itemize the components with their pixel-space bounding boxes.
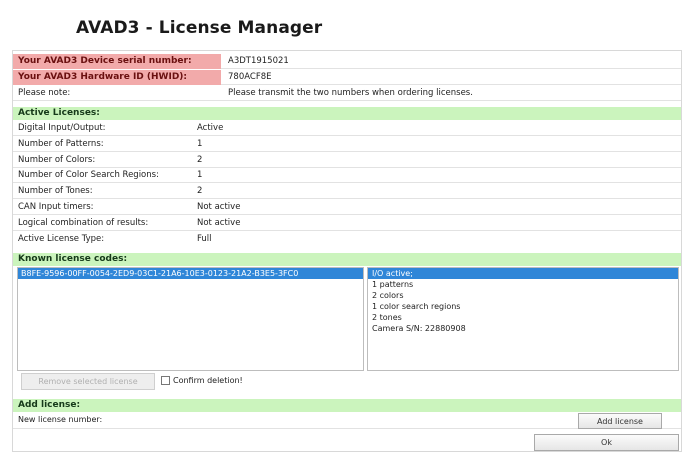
confirm-deletion-label: Confirm deletion! — [173, 376, 243, 385]
hwid-value: 780ACF8E — [228, 72, 272, 82]
serial-label: Your AVAD3 Device serial number: — [18, 56, 192, 66]
license-row: CAN Input timers: Not active — [13, 200, 681, 215]
license-row-value: 2 — [197, 155, 203, 165]
license-row-label: Active License Type: — [18, 234, 105, 244]
license-detail-item[interactable]: 2 tones — [368, 312, 678, 323]
confirm-deletion-checkbox[interactable] — [161, 376, 170, 385]
license-detail-item[interactable]: Camera S/N: 22880908 — [368, 323, 678, 334]
license-row-value: Not active — [197, 218, 241, 228]
license-row-value: Full — [197, 234, 212, 244]
license-row-value: Not active — [197, 202, 241, 212]
license-row: Number of Color Search Regions: 1 — [13, 168, 681, 183]
active-licenses-title: Active Licenses: — [18, 108, 100, 118]
license-row: Digital Input/Output: Active — [13, 121, 681, 136]
add-license-title: Add license: — [18, 400, 81, 410]
license-row: Active License Type: Full — [13, 232, 681, 247]
license-details-list[interactable]: I/O active; 1 patterns 2 colors 1 color … — [367, 267, 679, 371]
license-code-item[interactable]: B8FE-9596-00FF-0054-2ED9-03C1-21A6-10E3-… — [18, 268, 363, 279]
ok-button[interactable]: Ok — [534, 434, 679, 451]
new-license-input[interactable] — [193, 415, 573, 426]
license-row-label: Logical combination of results: — [18, 218, 149, 228]
license-row-label: Number of Patterns: — [18, 139, 104, 149]
page-title: AVAD3 - License Manager — [76, 18, 323, 38]
license-row-value: 2 — [197, 186, 203, 196]
license-row: Logical combination of results: Not acti… — [13, 216, 681, 231]
note-value: Please transmit the two numbers when ord… — [228, 88, 473, 98]
license-row: Number of Colors: 2 — [13, 153, 681, 168]
note-label: Please note: — [18, 88, 71, 98]
license-row-value: 1 — [197, 139, 203, 149]
license-row-value: Active — [197, 123, 224, 133]
license-row-value: 1 — [197, 170, 203, 180]
license-row-label: Digital Input/Output: — [18, 123, 106, 133]
active-licenses-header: Active Licenses: — [13, 107, 681, 120]
license-row-label: Number of Tones: — [18, 186, 93, 196]
add-license-header: Add license: — [13, 399, 681, 412]
serial-label-cell: Your AVAD3 Device serial number: — [13, 54, 221, 69]
known-codes-title: Known license codes: — [18, 254, 128, 264]
license-detail-item[interactable]: 2 colors — [368, 290, 678, 301]
license-row: Number of Tones: 2 — [13, 184, 681, 199]
hwid-label: Your AVAD3 Hardware ID (HWID): — [18, 72, 188, 82]
known-codes-header: Known license codes: — [13, 253, 681, 266]
license-detail-item[interactable]: I/O active; — [368, 268, 678, 279]
license-row-label: CAN Input timers: — [18, 202, 94, 212]
license-detail-item[interactable]: 1 patterns — [368, 279, 678, 290]
note-row: Please note: Please transmit the two num… — [13, 86, 681, 101]
license-detail-item[interactable]: 1 color search regions — [368, 301, 678, 312]
license-codes-list[interactable]: B8FE-9596-00FF-0054-2ED9-03C1-21A6-10E3-… — [17, 267, 364, 371]
hwid-label-cell: Your AVAD3 Hardware ID (HWID): — [13, 70, 221, 85]
add-license-button[interactable]: Add license — [578, 413, 662, 429]
license-row: Number of Patterns: 1 — [13, 137, 681, 152]
license-row-label: Number of Color Search Regions: — [18, 170, 159, 180]
license-row-label: Number of Colors: — [18, 155, 96, 165]
serial-value: A3DT1915021 — [228, 56, 289, 66]
new-license-label: New license number: — [18, 415, 103, 424]
remove-license-button[interactable]: Remove selected license — [21, 373, 155, 390]
